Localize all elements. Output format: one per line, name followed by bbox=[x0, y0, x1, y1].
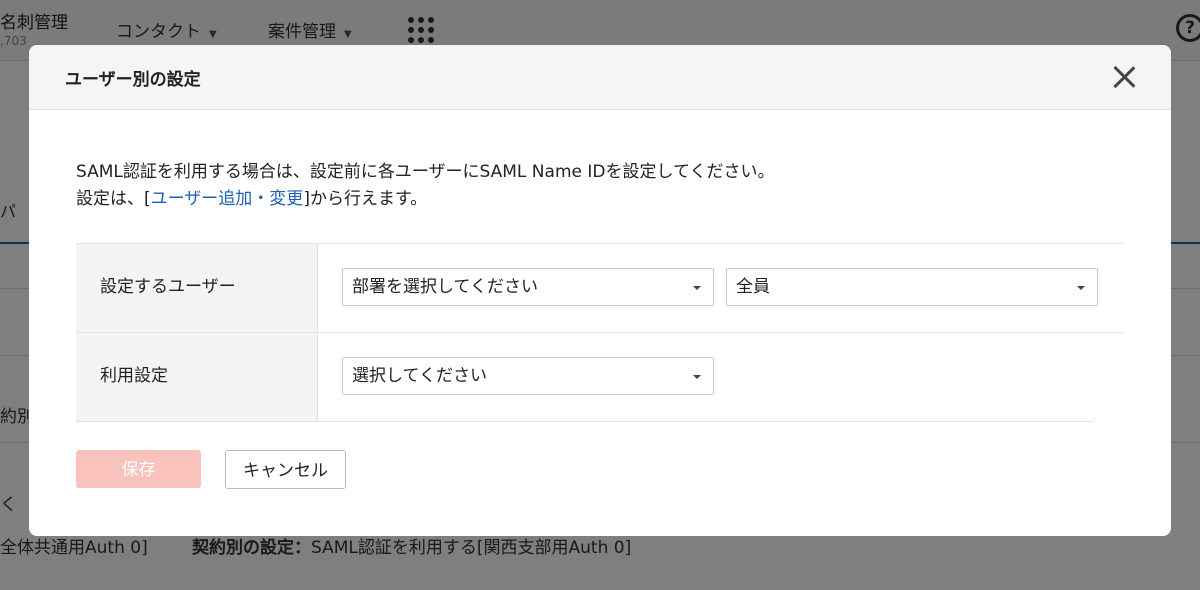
chevron-down-icon bbox=[1077, 286, 1085, 290]
form-row-usage-setting: 利用設定 選択してください bbox=[76, 333, 1094, 422]
user-select-value: 全員 bbox=[736, 277, 770, 297]
usage-setting-select-value: 選択してください bbox=[352, 366, 487, 386]
form-row-target-user: 設定するユーザー 部署を選択してください 全員 bbox=[76, 244, 1123, 333]
user-settings-modal: ユーザー別の設定 SAML認証を利用する場合は、設定前に各ユーザーにSAML N… bbox=[29, 45, 1171, 536]
usage-setting-select[interactable]: 選択してください bbox=[342, 357, 714, 395]
department-select[interactable]: 部署を選択してください bbox=[342, 268, 714, 306]
save-button[interactable]: 保存 bbox=[76, 450, 201, 488]
row-label: 利用設定 bbox=[76, 333, 318, 421]
user-select[interactable]: 全員 bbox=[726, 268, 1098, 306]
row-fields: 選択してください bbox=[318, 333, 1094, 421]
modal-header: ユーザー別の設定 bbox=[29, 45, 1171, 110]
modal-description: SAML認証を利用する場合は、設定前に各ユーザーにSAML Name IDを設定… bbox=[76, 159, 774, 213]
chevron-down-icon bbox=[693, 286, 701, 290]
department-select-value: 部署を選択してください bbox=[352, 277, 538, 297]
description-line-1: SAML認証を利用する場合は、設定前に各ユーザーにSAML Name IDを設定… bbox=[76, 162, 775, 182]
modal-title: ユーザー別の設定 bbox=[65, 70, 201, 90]
cancel-button[interactable]: キャンセル bbox=[225, 450, 346, 489]
row-fields: 部署を選択してください 全員 bbox=[318, 244, 1123, 332]
description-prefix: 設定は、[ bbox=[76, 189, 151, 209]
chevron-down-icon bbox=[693, 375, 701, 379]
close-icon[interactable] bbox=[1110, 63, 1138, 91]
row-label: 設定するユーザー bbox=[76, 244, 318, 332]
description-suffix: ]から行えます。 bbox=[303, 189, 428, 209]
description-line-2: 設定は、[ユーザー追加・変更]から行えます。 bbox=[76, 186, 774, 213]
settings-form-table: 設定するユーザー 部署を選択してください 全員 利用設定 選択してください bbox=[76, 243, 1123, 422]
user-add-change-link[interactable]: ユーザー追加・変更 bbox=[151, 189, 304, 209]
